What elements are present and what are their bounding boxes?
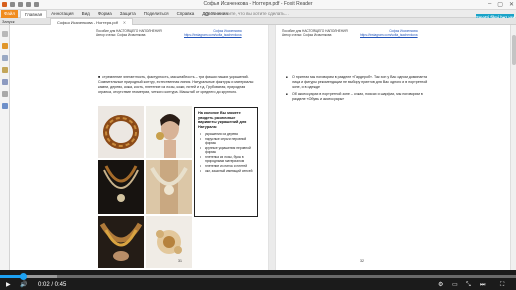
document-tab-bar: Запуск Софья Исаченкова - Ногтеря.pdf ✕: [0, 18, 516, 25]
layered-necklace-photo: [98, 160, 144, 214]
list-item: плетение из ниток и плетей: [198, 164, 254, 168]
header-link[interactable]: https://instagram.com/sofia_isachenkova: [184, 33, 242, 37]
hand-tool-icon[interactable]: [2, 31, 8, 37]
list-item: нарусные серьги неровной формы: [198, 137, 254, 145]
tell-me-label: Расскажите, что вы хотите сделать…: [211, 11, 290, 16]
file-menu-button[interactable]: Файл: [1, 10, 18, 18]
vertical-scrollbar[interactable]: [510, 25, 516, 270]
ribbon-tabs: Файл Главная Аннотация Вид Форма Защита …: [0, 10, 516, 18]
page-number: 31: [178, 259, 182, 263]
attachments-icon[interactable]: [2, 79, 8, 85]
comments-icon[interactable]: [2, 67, 8, 73]
floral-brooch-photo: [146, 216, 192, 268]
pdf-page-left: Пособие для НАСТОЯЩЕГО НАПОЛНЕНИЯ Автор …: [84, 25, 269, 270]
page-bullet-list: О принтах мы поговорим в разделе «Гардер…: [286, 75, 436, 104]
list-item: Об аксессуарах в портретной зоне – очках…: [286, 92, 436, 102]
list-item: украшения из дерева: [198, 132, 254, 136]
list-item: О принтах мы поговорим в разделе «Гардер…: [286, 75, 436, 90]
search-icon: [205, 12, 209, 16]
minimize-button[interactable]: –: [488, 1, 491, 8]
progress-bar[interactable]: [0, 273, 516, 280]
header-link[interactable]: https://instagram.com/sofia_isachenkova: [360, 33, 418, 37]
skip-icon[interactable]: ⏭: [480, 281, 485, 289]
beaded-collar-photo: [98, 216, 144, 268]
layers-icon[interactable]: [2, 91, 8, 97]
volume-icon[interactable]: 🔊: [20, 281, 27, 289]
paragraph-text: стремление элегантность, фактурность, ма…: [98, 75, 255, 94]
tell-me-search[interactable]: Расскажите, что вы хотите сделать…: [205, 11, 289, 16]
jewelry-photo-collage: [98, 106, 192, 268]
pages-icon[interactable]: [2, 55, 8, 61]
tab-help[interactable]: Справка: [173, 10, 199, 18]
title-bar: Софья Исаченкова - Ногтеря.pdf - Foxit R…: [0, 0, 516, 10]
header-author: Автор статьи: Софья Исаченкова: [96, 33, 146, 37]
info-box-title: На колонке Вы можете увидеть различные в…: [198, 111, 247, 129]
ribbon-tab-list: Главная Аннотация Вид Форма Защита Подел…: [20, 10, 232, 18]
progress-scrubber[interactable]: [20, 273, 28, 280]
tab-form[interactable]: Форма: [94, 10, 116, 18]
tab-share[interactable]: Поделиться: [140, 10, 173, 18]
list-item: крупные украшения неровной формы: [198, 146, 254, 154]
subtitles-icon[interactable]: ▭: [452, 281, 458, 289]
fullscreen-icon[interactable]: ⛶: [500, 281, 504, 289]
tab-document[interactable]: Софья Исаченкова - Ногтеря.pdf ✕: [50, 18, 134, 25]
page-header-left: Пособие для НАСТОЯЩЕГО НАПОЛНЕНИЯ Автор …: [282, 29, 348, 37]
tab-comment[interactable]: Аннотация: [47, 10, 77, 18]
player-control-row: ▶ 🔊 0:02 / 0:45 ⚙ ▭ ⤡ ⏭ ⛶: [0, 280, 516, 290]
page-header-left: Пособие для НАСТОЯЩЕГО НАПОЛНЕНИЯ Автор …: [96, 29, 162, 37]
scrollbar-thumb[interactable]: [512, 35, 516, 65]
bookmarks-icon[interactable]: [2, 43, 8, 49]
tab-view[interactable]: Вид: [78, 10, 94, 18]
page-body-paragraph: ■ стремление элегантность, фактурность, м…: [98, 75, 258, 95]
pdf-page-right: Пособие для НАСТОЯЩЕГО НАПОЛНЕНИЯ Автор …: [275, 25, 443, 270]
page-header-right: Софья Исаченкова https://instagram.com/s…: [184, 29, 242, 37]
window-controls: – ▢ ✕: [488, 1, 514, 8]
tab-protect[interactable]: Защита: [116, 10, 140, 18]
list-item: ожг, зашитый имеющий сенсей: [198, 169, 254, 173]
tab-home[interactable]: Главная: [20, 10, 48, 18]
navigation-sidebar: [0, 25, 10, 270]
page-number: 32: [360, 259, 364, 263]
time-display: 0:02 / 0:45: [38, 282, 67, 288]
signatures-icon[interactable]: [2, 103, 8, 109]
maximize-button[interactable]: ▢: [497, 1, 503, 8]
play-icon[interactable]: ▶: [6, 281, 11, 289]
window-title: Софья Исаченкова - Ногтеря.pdf - Foxit R…: [203, 1, 313, 7]
wooden-necklace-photo: [98, 106, 144, 158]
woman-earrings-photo: [146, 106, 192, 158]
header-author: Автор статьи: Софья Исаченкова: [282, 33, 332, 37]
document-viewport[interactable]: Пособие для НАСТОЯЩЕГО НАПОЛНЕНИЯ Автор …: [11, 25, 516, 270]
tab-start-page[interactable]: Запуск: [2, 18, 15, 25]
bullet-marker: ■: [98, 75, 101, 79]
list-item: плетенка из лозы, бусы в природными мате…: [198, 155, 254, 163]
page-header-right: Софья Исаченкова https://instagram.com/s…: [360, 29, 418, 37]
close-button[interactable]: ✕: [509, 1, 514, 8]
settings-icon[interactable]: ⚙: [438, 281, 443, 289]
shrink-icon[interactable]: ⤡: [466, 281, 471, 289]
video-player-controls: ▶ 🔊 0:02 / 0:45 ⚙ ▭ ⤡ ⏭ ⛶: [0, 270, 516, 290]
shell-necklace-photo: [146, 160, 192, 214]
info-box: На колонке Вы можете увидеть различные в…: [194, 107, 258, 217]
info-box-list: украшения из дерева нарусные серьги неро…: [198, 132, 254, 173]
